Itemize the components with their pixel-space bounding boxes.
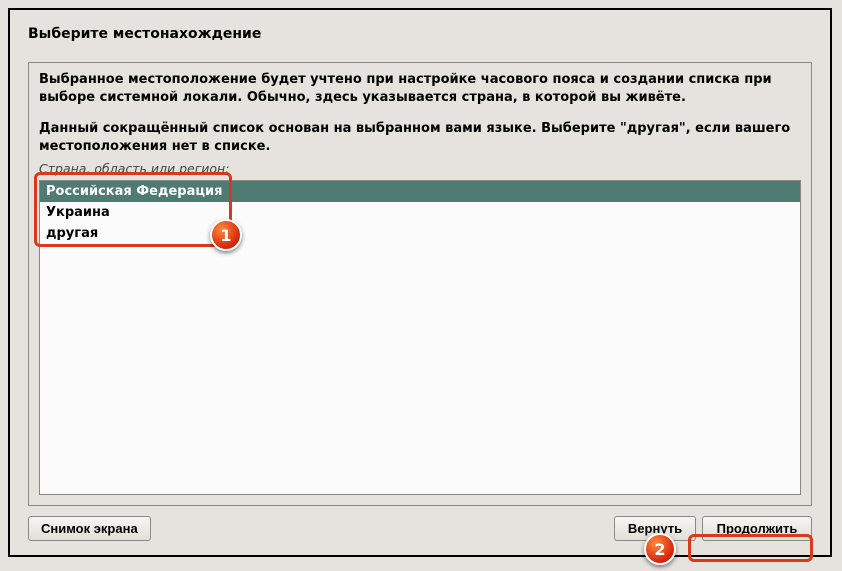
list-label: Страна, область или регион: [39, 161, 801, 176]
info-text-2: Данный сокращённый список основан на выб… [39, 120, 801, 155]
content-frame: Выбранное местоположение будет учтено пр… [28, 62, 812, 506]
info-text-1: Выбранное местоположение будет учтено пр… [39, 71, 801, 106]
back-button[interactable]: Вернуть [614, 516, 696, 541]
country-item-ukraine[interactable]: Украина [40, 202, 800, 223]
country-item-other[interactable]: другая [40, 223, 800, 244]
country-item-russia[interactable]: Российская Федерация [40, 181, 800, 202]
screenshot-button[interactable]: Снимок экрана [28, 516, 151, 541]
country-listbox[interactable]: Российская Федерация Украина другая [39, 180, 801, 495]
button-row: Снимок экрана Вернуть Продолжить [28, 516, 812, 541]
page-title: Выберите местонахождение [28, 26, 812, 42]
continue-button[interactable]: Продолжить [702, 516, 812, 541]
installer-window: Выберите местонахождение Выбранное место… [8, 8, 832, 557]
nav-buttons: Вернуть Продолжить [614, 516, 812, 541]
